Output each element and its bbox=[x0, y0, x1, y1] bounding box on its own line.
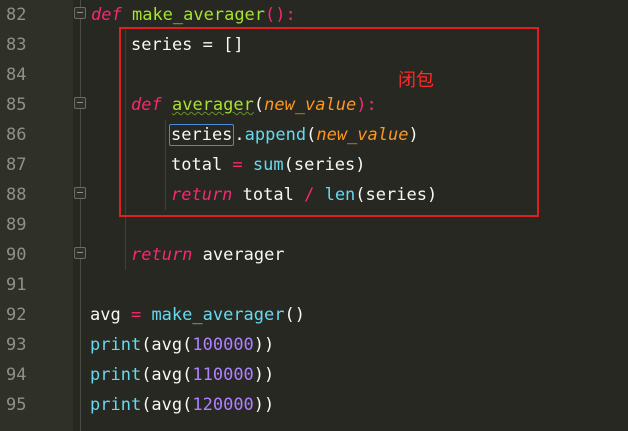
line-number: 88 bbox=[6, 185, 27, 205]
closure-annotation-label: 闭包 bbox=[398, 70, 434, 91]
line-number: 95 bbox=[6, 395, 27, 415]
code-text: def make_averager(): bbox=[91, 5, 296, 25]
code-line[interactable]: 91 bbox=[0, 270, 628, 300]
line-number: 89 bbox=[6, 215, 27, 235]
fold-collapse-icon[interactable] bbox=[74, 247, 86, 259]
line-number: 84 bbox=[6, 65, 27, 85]
code-text: return averager bbox=[131, 245, 285, 265]
line-number: 87 bbox=[6, 155, 27, 175]
fold-collapse-icon[interactable] bbox=[74, 7, 86, 19]
line-number: 86 bbox=[6, 125, 27, 145]
code-line[interactable]: 92 avg = make_averager() bbox=[0, 300, 628, 330]
code-text: print(avg(110000)) bbox=[90, 365, 275, 385]
fold-collapse-icon[interactable] bbox=[74, 97, 86, 109]
line-number: 92 bbox=[6, 305, 27, 325]
line-number: 93 bbox=[6, 335, 27, 355]
closure-annotation-box bbox=[119, 27, 539, 217]
line-number: 90 bbox=[6, 245, 27, 265]
code-line[interactable]: 90 return averager bbox=[0, 240, 628, 270]
code-line[interactable]: 93 print(avg(100000)) bbox=[0, 330, 628, 360]
code-line[interactable]: 94 print(avg(110000)) bbox=[0, 360, 628, 390]
line-number: 82 bbox=[6, 5, 27, 25]
line-number: 85 bbox=[6, 95, 27, 115]
line-number: 91 bbox=[6, 275, 27, 295]
code-line[interactable]: 82 def make_averager(): bbox=[0, 0, 628, 30]
fold-collapse-icon[interactable] bbox=[74, 187, 86, 199]
code-line[interactable]: 95 print(avg(120000)) bbox=[0, 390, 628, 420]
line-number: 83 bbox=[6, 35, 27, 55]
code-text: avg = make_averager() bbox=[90, 305, 305, 325]
line-number: 94 bbox=[6, 365, 27, 385]
code-text: print(avg(100000)) bbox=[90, 335, 275, 355]
code-editor[interactable]: 82 def make_averager(): 83 series = [] 8… bbox=[0, 0, 628, 431]
code-text: print(avg(120000)) bbox=[90, 395, 275, 415]
